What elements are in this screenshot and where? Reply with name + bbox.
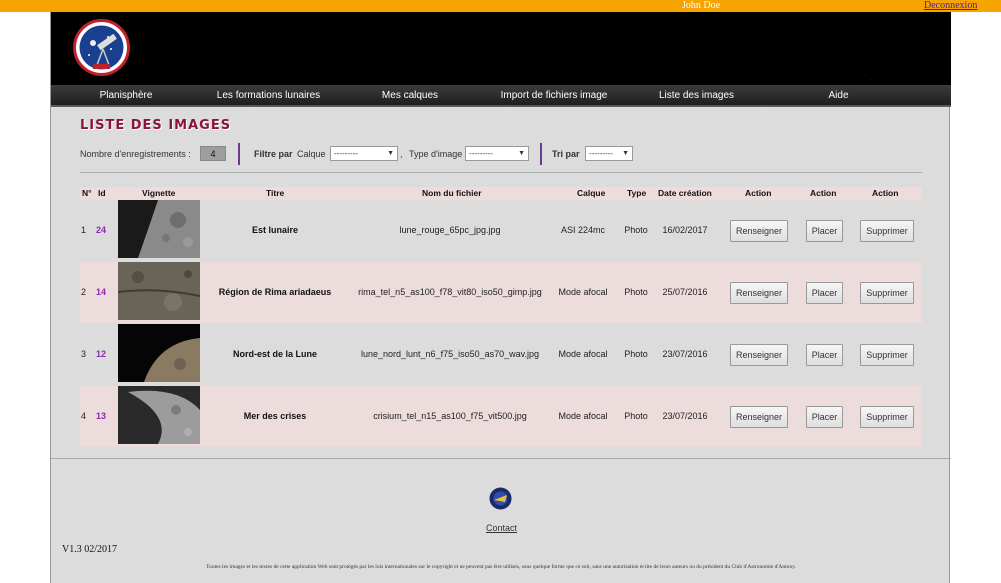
row-type: Photo <box>624 411 648 421</box>
copyright-notice: Toutes les images et les textes de cette… <box>206 564 796 570</box>
calque-select-value: --------- <box>334 149 358 158</box>
contact-link[interactable]: Contact <box>486 523 517 533</box>
club-emblem-icon <box>489 487 512 510</box>
chevron-down-icon: ▼ <box>387 150 394 157</box>
row-number: 2 <box>81 287 87 297</box>
header-id: Id <box>98 188 106 198</box>
type-image-label: Type d'image <box>409 149 463 159</box>
renseigner-button[interactable]: Renseigner <box>730 220 788 242</box>
table-header: N° Id Vignette Titre Nom du fichier Calq… <box>80 187 922 200</box>
main-navigation: Planisphère Les formations lunaires Mes … <box>51 85 951 107</box>
row-id[interactable]: 12 <box>96 324 106 385</box>
user-name: John Doe <box>682 0 721 11</box>
page-title: LISTE DES IMAGES <box>80 118 232 133</box>
sort-select-value: --------- <box>589 149 613 158</box>
type-select-value: --------- <box>469 149 493 158</box>
supprimer-button[interactable]: Supprimer <box>860 220 914 242</box>
logout-link[interactable]: Deconnexion <box>924 0 977 12</box>
row-number: 3 <box>81 349 87 359</box>
row-type: Photo <box>624 225 648 235</box>
nav-planisphere[interactable]: Planisphère <box>81 85 171 107</box>
placer-button[interactable]: Placer <box>806 344 843 366</box>
row-calque: Mode afocal <box>558 287 608 297</box>
record-count-label: Nombre d'enregistrements : <box>80 149 191 159</box>
sort-separator <box>540 143 542 165</box>
sort-select[interactable]: --------- ▼ <box>585 146 633 161</box>
app-version: V1.3 02/2017 <box>62 544 117 555</box>
row-calque: Mode afocal <box>558 411 608 421</box>
row-filename: crisium_tel_n15_as100_f75_vit500.jpg <box>373 411 527 421</box>
header-action-supprimer: Action <box>872 188 899 198</box>
header-titre: Titre <box>266 188 285 198</box>
header-banner <box>51 12 951 85</box>
header-action-renseigner: Action <box>745 188 772 198</box>
calque-label: Calque <box>297 149 326 159</box>
row-title: Mer des crises <box>243 411 307 421</box>
renseigner-button[interactable]: Renseigner <box>730 344 788 366</box>
nav-liste-images[interactable]: Liste des images <box>649 85 744 107</box>
placer-button[interactable]: Placer <box>806 406 843 428</box>
header-date: Date création <box>658 188 712 198</box>
row-date: 16/02/2017 <box>662 225 708 235</box>
renseigner-button[interactable]: Renseigner <box>730 406 788 428</box>
supprimer-button[interactable]: Supprimer <box>860 406 914 428</box>
nav-import-fichiers[interactable]: Import de fichiers image <box>489 85 619 107</box>
renseigner-button[interactable]: Renseigner <box>730 282 788 304</box>
filter-by-label: Filtre par <box>254 149 293 159</box>
row-number: 1 <box>81 225 87 235</box>
calque-select[interactable]: --------- ▼ <box>330 146 398 161</box>
row-id[interactable]: 24 <box>96 200 106 261</box>
thumbnail-image[interactable] <box>118 386 200 444</box>
page-container: Planisphère Les formations lunaires Mes … <box>50 12 951 583</box>
header-fichier: Nom du fichier <box>422 188 482 198</box>
row-title: Est lunaire <box>251 225 298 235</box>
supprimer-button[interactable]: Supprimer <box>860 344 914 366</box>
row-title: Nord-est de la Lune <box>232 349 317 359</box>
thumbnail-image[interactable] <box>118 262 200 320</box>
nav-aide[interactable]: Aide <box>821 85 856 107</box>
row-filename: rima_tel_n5_as100_f78_vit80_iso50_gimp.j… <box>358 287 542 297</box>
club-logo <box>73 19 130 76</box>
table-row: 2 14 Région de Rima ariadaeus rima_tel_n… <box>80 262 922 323</box>
thumbnail-image[interactable] <box>118 324 200 382</box>
filter-separator <box>238 143 240 165</box>
placer-button[interactable]: Placer <box>806 220 843 242</box>
placer-button[interactable]: Placer <box>806 282 843 304</box>
header-vignette: Vignette <box>142 188 176 198</box>
row-type: Photo <box>624 287 648 297</box>
row-type: Photo <box>624 349 648 359</box>
chevron-down-icon: ▼ <box>622 150 629 157</box>
type-image-select[interactable]: --------- ▼ <box>465 146 529 161</box>
thumbnail-image[interactable] <box>118 200 200 258</box>
crescent-moon-image <box>861 26 919 80</box>
row-title: Région de Rima ariadaeus <box>218 287 332 297</box>
sort-by-label: Tri par <box>552 149 580 159</box>
row-filename: lune_rouge_65pc_jpg.jpg <box>399 225 501 235</box>
row-calque: Mode afocal <box>558 349 608 359</box>
row-calque: ASI 224mc <box>560 225 606 235</box>
row-filename: lune_nord_lunt_n6_f75_iso50_as70_wav.jpg <box>361 349 539 359</box>
table-row: 3 12 Nord-est de la Lune lune_nord_lunt_… <box>80 324 922 385</box>
table-row: 4 13 Mer des crises crisium_tel_n15_as10… <box>80 386 922 447</box>
table-row: 1 24 Est lunaire lune_rouge_65pc_jpg.jpg… <box>80 200 922 261</box>
row-date: 25/07/2016 <box>662 287 708 297</box>
row-date: 23/07/2016 <box>662 349 708 359</box>
header-action-placer: Action <box>810 188 837 198</box>
header-type: Type <box>627 188 647 198</box>
nav-mes-calques[interactable]: Mes calques <box>369 85 451 107</box>
row-date: 23/07/2016 <box>662 411 708 421</box>
row-number: 4 <box>81 411 87 421</box>
chevron-down-icon: ▼ <box>518 150 525 157</box>
filter-comma: , <box>400 149 403 159</box>
header-calque: Calque <box>577 188 606 198</box>
header-num: N° <box>82 188 92 198</box>
top-status-bar: John Doe Deconnexion <box>0 0 1001 12</box>
supprimer-button[interactable]: Supprimer <box>860 282 914 304</box>
divider <box>80 172 922 173</box>
record-count-value: 4 <box>200 146 226 161</box>
nav-formations-lunaires[interactable]: Les formations lunaires <box>206 85 331 107</box>
row-id[interactable]: 13 <box>96 386 106 447</box>
row-id[interactable]: 14 <box>96 262 106 323</box>
footer-divider <box>51 458 951 459</box>
